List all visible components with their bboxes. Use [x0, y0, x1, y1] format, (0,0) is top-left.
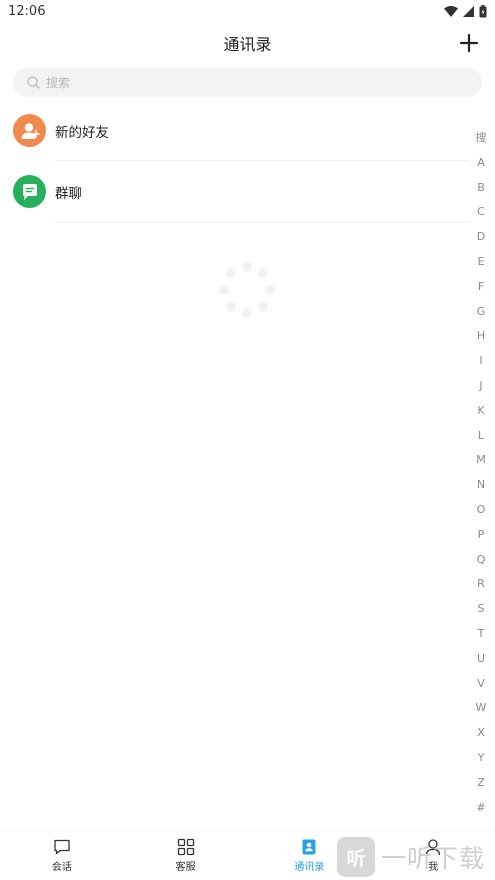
watermark: 听 一听下载: [337, 834, 495, 880]
contact-list: 新的好友 群聊: [0, 100, 470, 222]
index-letter[interactable]: L: [473, 424, 489, 449]
index-letter[interactable]: Y: [473, 746, 489, 771]
index-letter[interactable]: 搜: [473, 126, 489, 151]
status-bar: 12:06: [0, 0, 495, 22]
divider: [54, 221, 470, 222]
index-letter[interactable]: N: [473, 473, 489, 498]
tab-label: 会话: [51, 862, 72, 873]
index-letter[interactable]: E: [473, 250, 489, 275]
page-title: 通讯录: [223, 35, 272, 54]
index-letter[interactable]: C: [473, 200, 489, 225]
search-placeholder: 搜索: [46, 76, 71, 90]
group-chat-icon: [13, 175, 46, 208]
index-letter[interactable]: D: [473, 225, 489, 250]
index-letter[interactable]: U: [473, 647, 489, 672]
index-letter[interactable]: S: [473, 597, 489, 622]
index-letter[interactable]: B: [473, 176, 489, 201]
tab-chat[interactable]: 会话: [0, 831, 124, 880]
list-item-label: 群聊: [55, 185, 82, 202]
index-letter[interactable]: W: [473, 696, 489, 721]
header: 通讯录: [0, 28, 495, 58]
search-input[interactable]: 搜索: [13, 68, 482, 97]
index-letter[interactable]: K: [473, 399, 489, 424]
tab-label: 通讯录: [294, 862, 325, 873]
index-letter[interactable]: #: [473, 796, 489, 821]
search-icon: [27, 76, 40, 89]
loading-spinner-icon: [219, 262, 275, 318]
watermark-logo: 听: [337, 837, 375, 877]
index-letter[interactable]: P: [473, 523, 489, 548]
list-item-new-friend[interactable]: 新的好友: [0, 100, 470, 161]
index-letter[interactable]: V: [473, 672, 489, 697]
index-letter[interactable]: F: [473, 275, 489, 300]
index-letter[interactable]: R: [473, 572, 489, 597]
tab-label: 客服: [175, 862, 196, 873]
chat-bubble-icon: [54, 839, 70, 855]
tab-service[interactable]: 客服: [124, 831, 248, 880]
index-letter[interactable]: J: [473, 374, 489, 399]
index-letter[interactable]: I: [473, 349, 489, 374]
list-item-label: 新的好友: [55, 124, 109, 141]
index-letter[interactable]: A: [473, 151, 489, 176]
index-letter[interactable]: X: [473, 721, 489, 746]
index-letter[interactable]: H: [473, 324, 489, 349]
battery-icon: [479, 4, 487, 17]
contacts-icon: [302, 839, 316, 855]
index-letter[interactable]: Z: [473, 771, 489, 796]
plus-icon[interactable]: [457, 31, 481, 55]
status-time: 12:06: [8, 3, 46, 19]
index-letter[interactable]: T: [473, 622, 489, 647]
wifi-icon: [444, 5, 458, 17]
index-letter[interactable]: M: [473, 448, 489, 473]
index-letter[interactable]: Q: [473, 548, 489, 573]
status-icons: [444, 4, 487, 18]
add-friend-icon: [13, 114, 46, 147]
index-letter[interactable]: O: [473, 498, 489, 523]
signal-icon: [463, 5, 474, 17]
alphabet-index[interactable]: 搜 A B C D E F G H I J K L M N O P Q R S T U V W X Y Z #: [473, 126, 489, 820]
grid-icon: [177, 838, 194, 856]
index-letter[interactable]: G: [473, 300, 489, 325]
watermark-text: 一听下载: [381, 844, 486, 873]
list-item-group-chat[interactable]: 群聊: [0, 161, 470, 222]
